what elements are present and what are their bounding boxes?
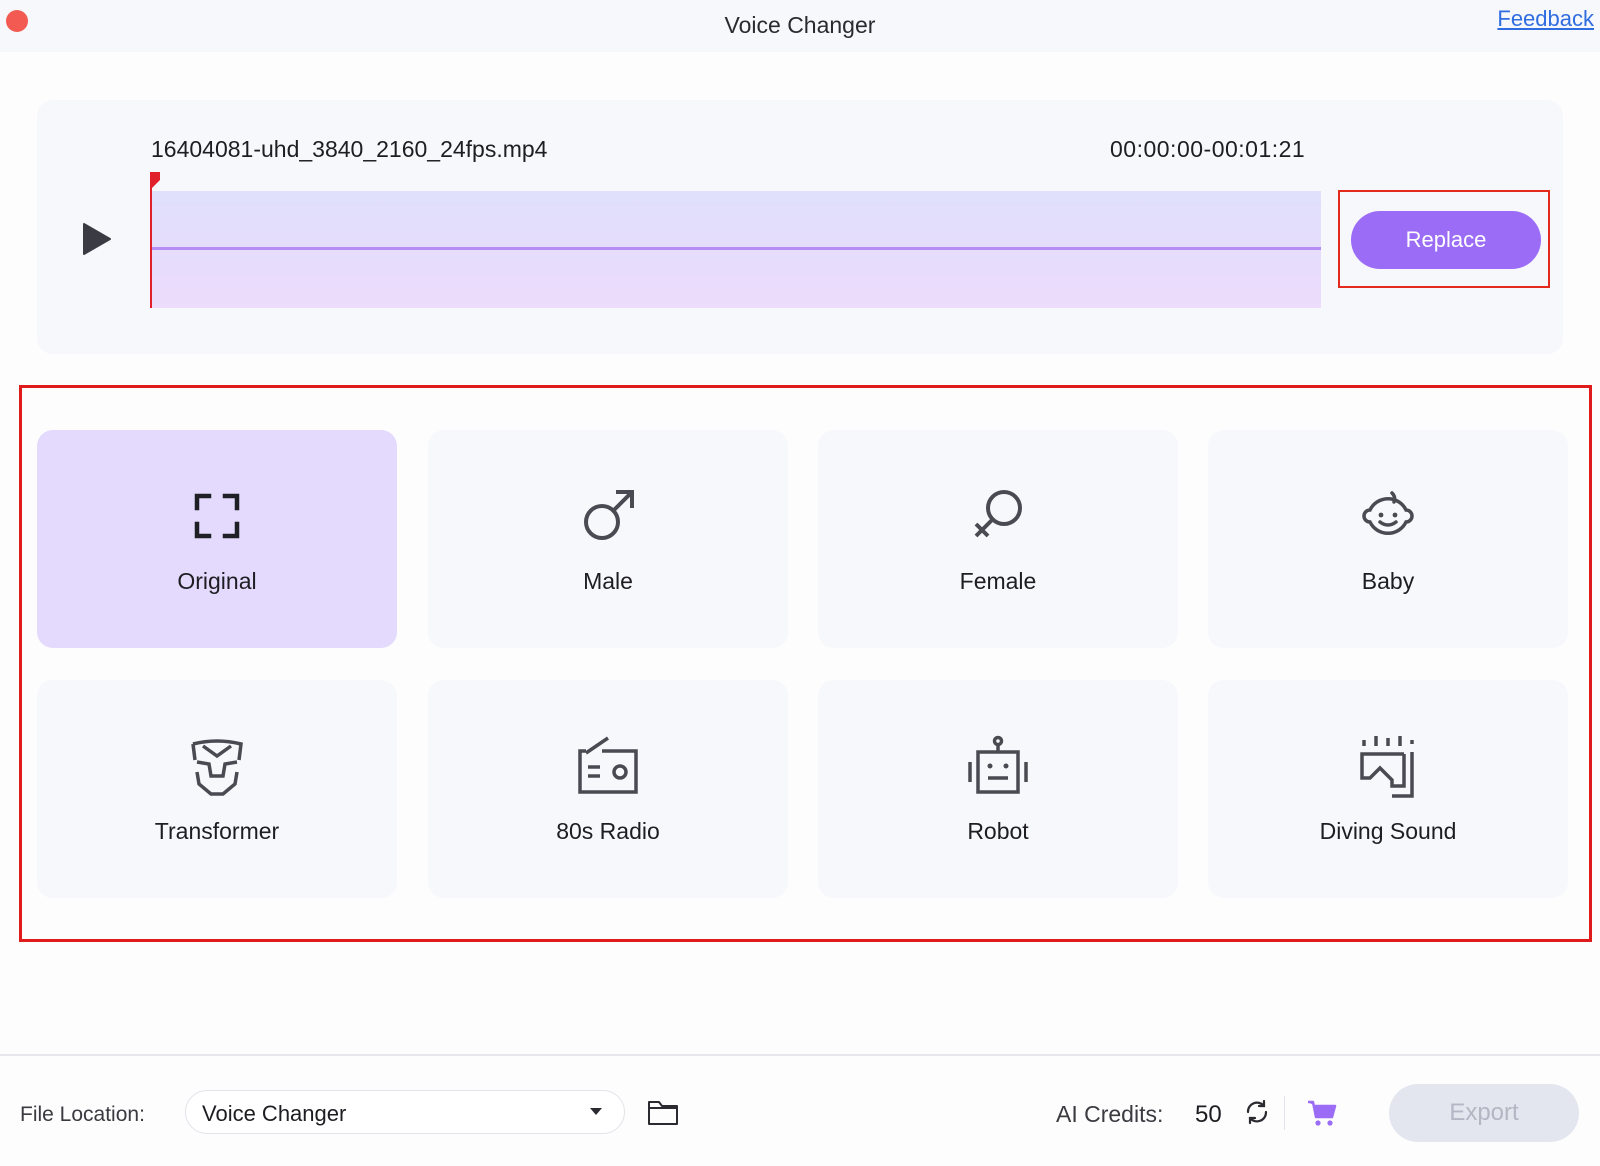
- effect-label: Transformer: [154, 818, 280, 844]
- effect-card-female[interactable]: Female: [818, 430, 1178, 648]
- effect-label: Baby: [1361, 568, 1415, 594]
- robot-icon: [968, 735, 1028, 794]
- diving-mask-icon: [1360, 736, 1414, 798]
- effect-label: Diving Sound: [1319, 818, 1457, 844]
- male-symbol-icon: [584, 490, 634, 540]
- playhead[interactable]: [150, 178, 152, 308]
- effect-card-baby[interactable]: Baby: [1208, 430, 1568, 648]
- play-button[interactable]: [82, 222, 112, 256]
- baby-face-icon: [1362, 491, 1414, 535]
- replace-button[interactable]: Replace: [1351, 211, 1541, 269]
- transformer-mask-icon: [191, 739, 243, 796]
- file-location-select[interactable]: Voice Changer: [185, 1090, 625, 1134]
- radio-icon: [578, 736, 638, 794]
- file-location-label: File Location:: [20, 1103, 145, 1126]
- effect-label: 80s Radio: [556, 818, 660, 844]
- effect-label: Male: [583, 568, 633, 594]
- chevron-down-icon: [590, 1108, 602, 1115]
- effect-card-transformer[interactable]: Transformer: [37, 680, 397, 898]
- footer-separator: [1284, 1096, 1285, 1130]
- audio-waveform-track[interactable]: [151, 191, 1321, 308]
- ai-credits-label: AI Credits:: [1056, 1101, 1164, 1127]
- time-range: 00:00:00-00:01:21: [1110, 136, 1306, 162]
- play-icon: [83, 223, 111, 255]
- effect-card-original[interactable]: Original: [37, 430, 397, 648]
- effect-label: Female: [959, 568, 1037, 594]
- footer-divider: [0, 1054, 1600, 1056]
- feedback-link[interactable]: Feedback: [1497, 6, 1594, 32]
- file-location-value: Voice Changer: [202, 1101, 347, 1126]
- effect-card-diving-sound[interactable]: Diving Sound: [1208, 680, 1568, 898]
- buy-credits-button[interactable]: [1307, 1099, 1337, 1127]
- effect-label: Original: [177, 568, 257, 594]
- waveform-line: [151, 247, 1321, 250]
- open-folder-button[interactable]: [647, 1098, 679, 1126]
- shopping-cart-icon: [1308, 1100, 1337, 1126]
- title-bar: Voice Changer Feedback: [0, 0, 1600, 52]
- effect-card-robot[interactable]: Robot: [818, 680, 1178, 898]
- refresh-icon: [1246, 1099, 1268, 1125]
- female-symbol-icon: [974, 490, 1022, 538]
- refresh-credits-button[interactable]: [1243, 1098, 1271, 1126]
- effect-card-80s-radio[interactable]: 80s Radio: [428, 680, 788, 898]
- ai-credits-value: 50: [1195, 1101, 1222, 1128]
- folder-icon: [648, 1101, 678, 1125]
- playhead-handle-icon[interactable]: [150, 172, 160, 188]
- effect-label: Robot: [967, 818, 1029, 844]
- export-button[interactable]: Export: [1389, 1084, 1579, 1142]
- window-title: Voice Changer: [724, 12, 876, 38]
- file-name: 16404081-uhd_3840_2160_24fps.mp4: [151, 136, 548, 162]
- original-frame-icon: [194, 493, 240, 539]
- effect-card-male[interactable]: Male: [428, 430, 788, 648]
